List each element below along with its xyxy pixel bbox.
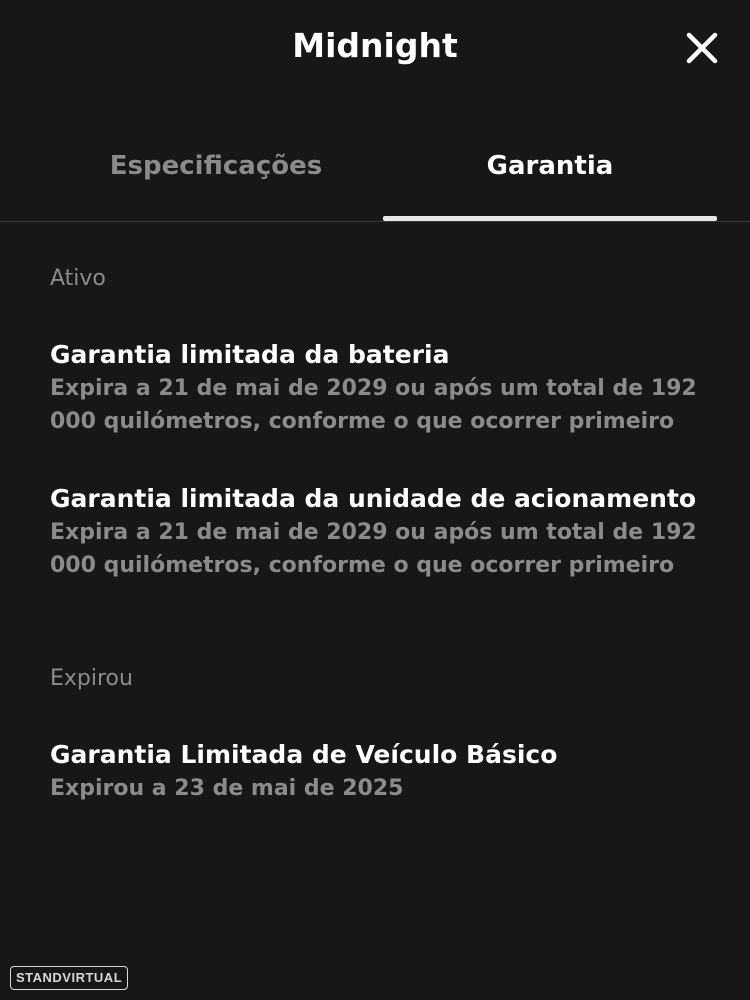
warranty-item-basic-vehicle: Garantia Limitada de Veículo Básico Expi… bbox=[50, 738, 710, 805]
warranty-item-description: Expirou a 23 de mai de 2025 bbox=[50, 776, 404, 801]
close-icon bbox=[686, 32, 718, 64]
warranty-item-title: Garantia limitada da bateria bbox=[50, 340, 450, 369]
page-title: Midnight bbox=[292, 26, 458, 65]
warranty-item-description: Expira a 21 de mai de 2029 ou após um to… bbox=[50, 520, 697, 578]
tab-specifications[interactable]: Especificações bbox=[48, 128, 384, 220]
tab-bar: Especificações Garantia bbox=[0, 128, 750, 222]
section-label-active: Ativo bbox=[50, 266, 106, 291]
close-button[interactable] bbox=[680, 26, 724, 70]
warranty-item-title: Garantia Limitada de Veículo Básico bbox=[50, 740, 558, 769]
warranty-screen: Midnight Especificações Garantia Ativo G… bbox=[0, 0, 750, 1000]
watermark-logo: STANDVIRTUAL bbox=[10, 966, 129, 990]
tab-warranty[interactable]: Garantia bbox=[383, 128, 717, 220]
tabs-divider bbox=[0, 221, 750, 222]
warranty-item-battery: Garantia limitada da bateria Expira a 21… bbox=[50, 338, 710, 438]
header: Midnight bbox=[0, 0, 750, 96]
section-label-expired: Expirou bbox=[50, 666, 133, 691]
warranty-item-description: Expira a 21 de mai de 2029 ou após um to… bbox=[50, 376, 697, 434]
warranty-item-title: Garantia limitada da unidade de acioname… bbox=[50, 484, 697, 513]
warranty-item-drive-unit: Garantia limitada da unidade de acioname… bbox=[50, 482, 710, 582]
